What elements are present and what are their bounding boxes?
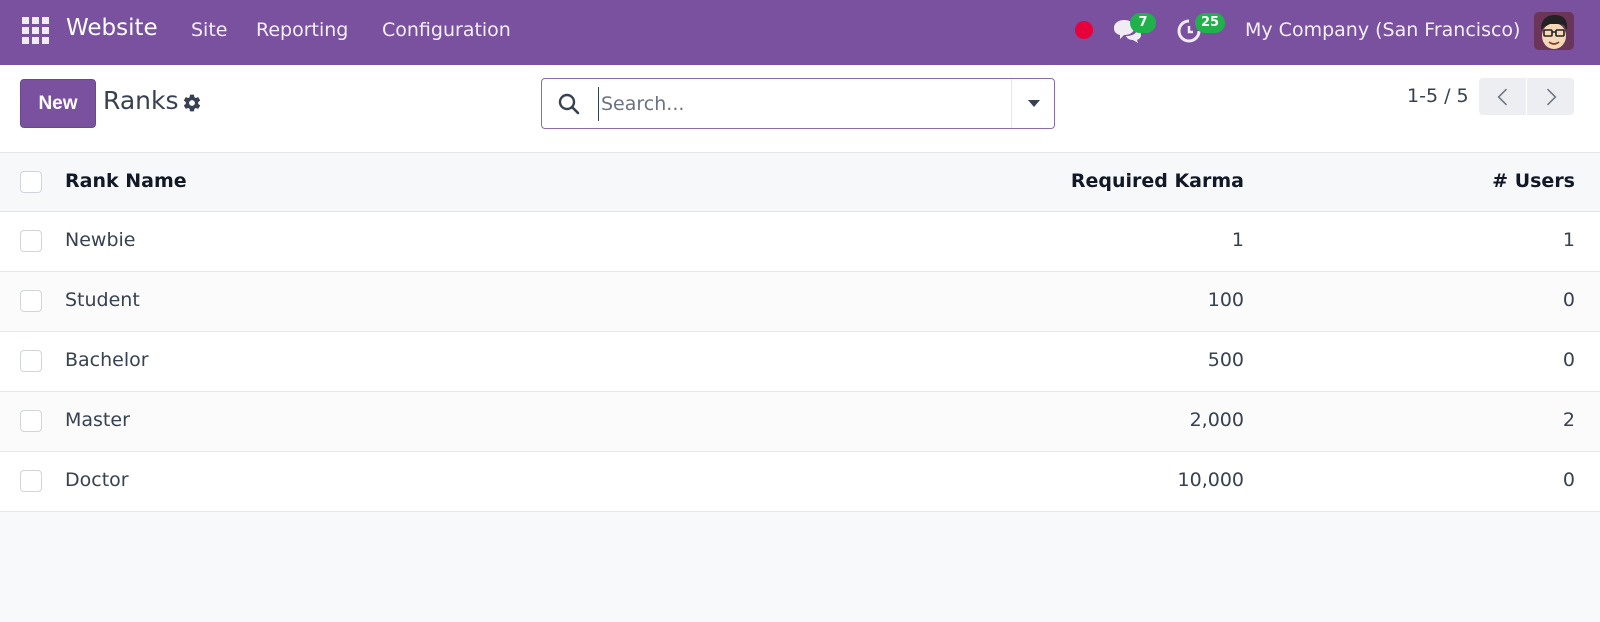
column-header-required-karma[interactable]: Required Karma bbox=[1071, 170, 1244, 192]
rank-name-cell[interactable]: Doctor bbox=[65, 469, 129, 491]
ranks-table: Rank Name Required Karma # Users Newbie … bbox=[0, 154, 1600, 512]
menu-configuration[interactable]: Configuration bbox=[382, 19, 511, 41]
users-count-cell[interactable]: 2 bbox=[1563, 409, 1575, 431]
menu-site[interactable]: Site bbox=[191, 19, 227, 41]
activities-count-badge: 25 bbox=[1195, 13, 1226, 33]
row-checkbox[interactable] bbox=[20, 470, 42, 492]
users-count-cell[interactable]: 0 bbox=[1563, 469, 1575, 491]
rank-name-cell[interactable]: Student bbox=[65, 289, 140, 311]
required-karma-cell[interactable]: 100 bbox=[1208, 289, 1244, 311]
users-count-cell[interactable]: 0 bbox=[1563, 349, 1575, 371]
pager-value[interactable]: 1-5 / 5 bbox=[1407, 85, 1469, 107]
app-name[interactable]: Website bbox=[66, 15, 158, 41]
column-header-users[interactable]: # Users bbox=[1492, 170, 1575, 192]
search-icon bbox=[558, 93, 580, 115]
required-karma-cell[interactable]: 1 bbox=[1232, 229, 1244, 251]
pager-previous-button[interactable] bbox=[1479, 78, 1526, 115]
row-checkbox[interactable] bbox=[20, 350, 42, 372]
chevron-right-icon bbox=[1546, 88, 1556, 105]
table-row[interactable]: Student 100 0 bbox=[0, 272, 1600, 332]
users-count-cell[interactable]: 1 bbox=[1563, 229, 1575, 251]
user-avatar[interactable] bbox=[1534, 12, 1574, 50]
table-row[interactable]: Bachelor 500 0 bbox=[0, 332, 1600, 392]
chevron-left-icon bbox=[1497, 88, 1507, 105]
rank-name-cell[interactable]: Newbie bbox=[65, 229, 135, 251]
search-input[interactable] bbox=[598, 87, 998, 121]
recording-indicator-icon[interactable] bbox=[1075, 21, 1093, 39]
messages-count-badge: 7 bbox=[1130, 13, 1156, 33]
top-navbar: Website Site Reporting Configuration 7 2… bbox=[0, 0, 1600, 65]
users-count-cell[interactable]: 0 bbox=[1563, 289, 1575, 311]
pager-next-button[interactable] bbox=[1527, 78, 1574, 115]
gear-icon[interactable] bbox=[182, 93, 202, 113]
select-all-checkbox[interactable] bbox=[20, 171, 42, 193]
new-button[interactable]: New bbox=[20, 79, 96, 128]
required-karma-cell[interactable]: 500 bbox=[1208, 349, 1244, 371]
required-karma-cell[interactable]: 2,000 bbox=[1190, 409, 1244, 431]
control-panel: New Ranks 1-5 / 5 bbox=[0, 65, 1600, 153]
table-row[interactable]: Doctor 10,000 0 bbox=[0, 452, 1600, 512]
search-bar bbox=[541, 78, 1055, 129]
menu-reporting[interactable]: Reporting bbox=[256, 19, 348, 41]
row-checkbox[interactable] bbox=[20, 290, 42, 312]
row-checkbox[interactable] bbox=[20, 410, 42, 432]
company-switcher[interactable]: My Company (San Francisco) bbox=[1245, 19, 1520, 41]
row-checkbox[interactable] bbox=[20, 230, 42, 252]
page-title[interactable]: Ranks bbox=[103, 86, 179, 115]
rank-name-cell[interactable]: Master bbox=[65, 409, 130, 431]
app-menu-grid-icon[interactable] bbox=[22, 17, 49, 44]
table-row[interactable]: Newbie 1 1 bbox=[0, 212, 1600, 272]
search-options-toggle[interactable] bbox=[1012, 79, 1055, 128]
table-row[interactable]: Master 2,000 2 bbox=[0, 392, 1600, 452]
column-header-rank-name[interactable]: Rank Name bbox=[65, 170, 187, 192]
required-karma-cell[interactable]: 10,000 bbox=[1178, 469, 1244, 491]
avatar-face-icon bbox=[1534, 12, 1574, 50]
table-header-row: Rank Name Required Karma # Users bbox=[0, 154, 1600, 212]
caret-down-icon bbox=[1027, 100, 1040, 107]
rank-name-cell[interactable]: Bachelor bbox=[65, 349, 149, 371]
